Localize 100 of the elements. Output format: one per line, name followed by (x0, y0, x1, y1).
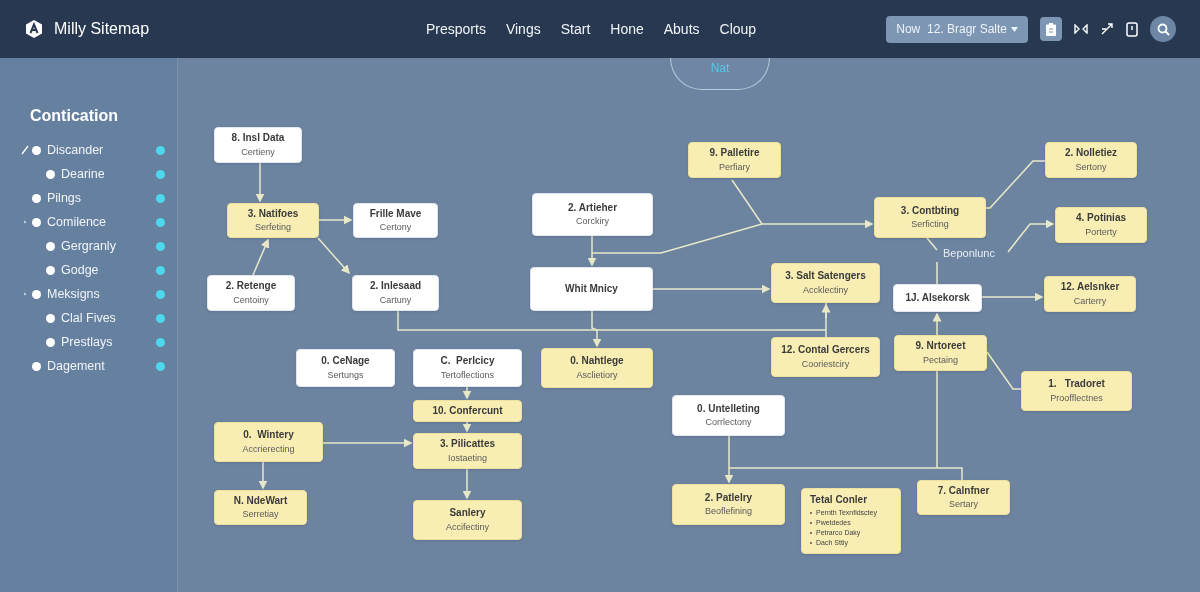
caret-icon (23, 220, 27, 224)
connector-label: Beponlunc (943, 246, 995, 261)
node-title: 4. Potinias (1076, 212, 1126, 225)
nav-link[interactable]: Presports (426, 18, 486, 40)
node-subtitle: Accrierecting (242, 443, 295, 455)
search-icon (1156, 22, 1170, 36)
bullet-icon (32, 145, 41, 155)
diagram-node[interactable]: 2. Nolletiez Sertony (1045, 142, 1137, 178)
node-subtitle: Beoflefining (704, 506, 752, 518)
clipboard-button[interactable] (1040, 17, 1062, 41)
diagram-node[interactable]: 2. Inlesaad Cartuny (352, 275, 439, 311)
node-title: 3. Natifoes (247, 207, 299, 221)
node-subtitle: Perfiary (719, 161, 750, 173)
node-title: 2. Artieher (567, 201, 618, 215)
diagram-node[interactable]: 7. Calnfner Sertary (917, 480, 1010, 515)
node-title: 0. Nahtlege (570, 355, 624, 368)
node-title: 2. Inlesaad (369, 280, 422, 293)
diagram-node[interactable]: 2. Artieher Corckiry (532, 193, 653, 236)
diagram-node[interactable]: 10. Confercunt (413, 400, 522, 422)
phone-icon[interactable] (1126, 21, 1138, 37)
diagram-node[interactable]: N. NdeWart Serretiay (214, 490, 307, 525)
bullet-icon (46, 241, 55, 251)
node-title: 7. Calnfner (937, 484, 990, 498)
diagram-node[interactable]: C. Perlcicy Tertoflections (413, 349, 522, 387)
diagram-node[interactable]: 2. Patlelry Beoflefining (672, 484, 785, 525)
diagram-node[interactable]: 1J. Alsekorsk (893, 284, 982, 312)
node-title: N. NdeWart (233, 494, 288, 508)
caret-icon (1011, 26, 1018, 32)
connector-arrow (1007, 219, 1055, 253)
diagram-node[interactable]: 0. CeNage Sertungs (296, 349, 395, 387)
diagram-node[interactable]: 1. Tradoret Proofflectnes (1021, 371, 1132, 411)
node-title: Frille Mave (369, 207, 422, 221)
nav-link[interactable]: Vings (505, 18, 541, 40)
sidebar-item[interactable]: Dearine (61, 164, 105, 184)
connector-arrow (591, 310, 602, 348)
diagram-node[interactable]: 3. Contbting Serficting (874, 197, 986, 238)
connector-arrow (258, 461, 268, 490)
connector-arrow (317, 237, 350, 275)
search-button[interactable] (1150, 16, 1176, 42)
diagram-node[interactable]: 3. Natifoes Serfeting (227, 203, 319, 238)
node-title: Sanlery (449, 507, 486, 520)
diagram-node[interactable]: 12. Contal Gercers Cooriestciry (771, 337, 880, 377)
node-subtitle: Serficting (911, 219, 949, 231)
node-subtitle: Accklectiny (803, 284, 848, 296)
connector-arrow (462, 468, 472, 500)
sidebar-item[interactable]: Prestlays (61, 332, 113, 352)
sidebar-item[interactable]: Dagement (47, 356, 105, 376)
node-title: 10. Confercunt (432, 404, 503, 418)
connector-line (731, 179, 763, 225)
diagram-node[interactable]: 0. Wintery Accrierecting (214, 422, 323, 462)
diagram-node[interactable]: 4. Potinias Porterty (1055, 207, 1147, 243)
node-subtitle: Sertony (1075, 161, 1107, 173)
bullet-icon (32, 289, 41, 299)
bullet-icon (46, 337, 55, 347)
connector-line (936, 261, 938, 285)
node-subtitle: Corrlectony (705, 417, 752, 429)
connector-arrow (724, 435, 734, 484)
sidebar-title: Contication (29, 106, 119, 126)
diagram-node[interactable]: 8. Insl Data Certieny (214, 127, 302, 163)
sidebar-item[interactable]: Godge (61, 260, 99, 280)
clipboard-icon (1046, 22, 1056, 36)
nav-link[interactable]: Cloup (719, 18, 757, 40)
node-subtitle: Certieny (241, 146, 275, 158)
node-subtitle: Cooriestciry (801, 358, 850, 370)
sidebar-item[interactable]: Discander (47, 140, 104, 160)
node-subtitle: Corckiry (576, 216, 609, 228)
node-title: 3. Pilicattes (440, 438, 495, 451)
nav-link[interactable]: Abuts (663, 18, 700, 40)
diagram-node[interactable]: 12. Aelsnker Carterry (1044, 276, 1136, 312)
bullet-icon (32, 361, 41, 371)
diagram-node[interactable]: 3. Pilicattes Iostaeting (413, 433, 522, 469)
bullet-icon (32, 217, 41, 227)
sidebar-item[interactable]: Comilence (47, 212, 107, 232)
node-subtitle: Tertoflections (441, 369, 494, 381)
nav-link[interactable]: Start (560, 18, 591, 40)
diagram-node[interactable]: Frille Mave Certony (353, 203, 438, 238)
diagram-node[interactable]: Sanlery Accifectiny (413, 500, 522, 540)
sidebar-item[interactable]: Meksigns (47, 284, 100, 304)
node-subtitle: Iostaeting (448, 452, 487, 464)
connector-arrow (252, 238, 270, 276)
node-subtitle: Serretiay (242, 509, 279, 521)
node-title: 0. CeNage (321, 355, 370, 368)
nav-link[interactable]: Hone (610, 18, 644, 40)
connector-line (926, 237, 938, 251)
diagram-node[interactable]: 0. Nahtlege Asclietiory (541, 348, 653, 388)
node-subtitle: Pectaing (923, 354, 958, 366)
sidebar-item[interactable]: Gergranly (61, 236, 116, 256)
diagram-node[interactable]: Whit Mnicy (530, 267, 653, 311)
node-subtitle: Asclietiory (576, 369, 618, 381)
diagram-node[interactable]: 9. Nrtoreet Pectaing (894, 335, 987, 371)
sidebar-item[interactable]: Pilngs (47, 188, 82, 208)
sidebar-item[interactable]: Clal Fives (61, 308, 116, 328)
diagram-node[interactable]: 0. Untelleting Corrlectony (672, 395, 785, 436)
diagram-node[interactable]: 3. Salt Satengers Accklectiny (771, 263, 880, 303)
node-title: 1. Tradoret (1048, 378, 1105, 391)
diagram-node[interactable]: 2. Retenge Centoiny (207, 275, 295, 311)
diagram-node[interactable]: 9. Palletire Perfiary (688, 142, 781, 178)
node-subtitle: Accifectiny (446, 521, 489, 533)
node-title: 2. Nolletiez (1064, 147, 1118, 160)
node-title: 2. Patlelry (704, 491, 753, 505)
